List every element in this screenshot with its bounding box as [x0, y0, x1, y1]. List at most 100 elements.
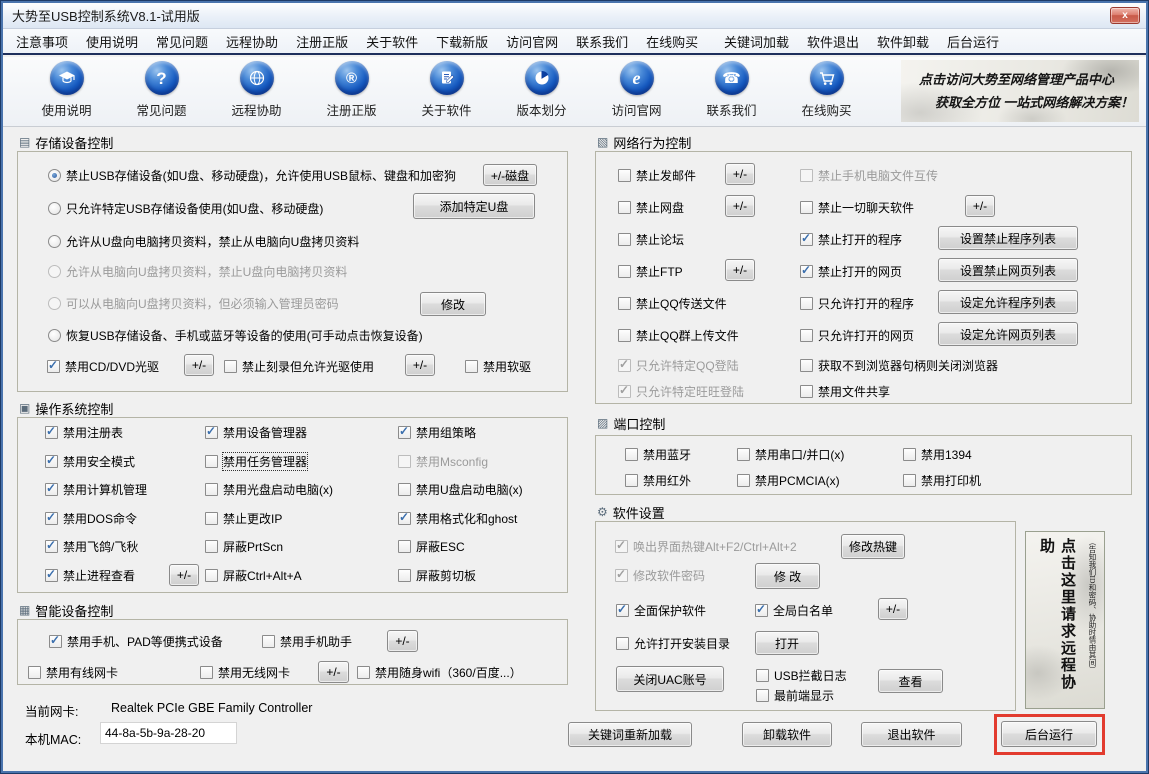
checkbox-item[interactable]: 禁用Msconfig: [398, 453, 488, 469]
menu-item[interactable]: 访问官网: [497, 32, 567, 51]
plus-minus-button[interactable]: +/-: [405, 354, 435, 376]
checkbox-item[interactable]: 禁用PCMCIA(x): [737, 472, 840, 488]
toolbar-item-versions[interactable]: 版本划分: [494, 61, 589, 119]
menu-item[interactable]: 在线购买: [637, 32, 707, 51]
run-background-button[interactable]: 后台运行: [1001, 721, 1097, 747]
modify-admin-password-button[interactable]: 修改: [420, 292, 486, 316]
checkbox-item[interactable]: 禁止进程查看: [45, 567, 135, 583]
modify-hotkey-button[interactable]: 修改热键: [841, 534, 905, 559]
radio-item[interactable]: 允许从电脑向U盘拷贝资料，禁止U盘向电脑拷贝资料: [48, 263, 347, 279]
checkbox-item[interactable]: 禁用红外: [625, 472, 691, 488]
checkbox-item[interactable]: 禁止打开的程序: [800, 231, 902, 247]
reload-keywords-button[interactable]: 关键词重新加载: [568, 722, 692, 747]
plus-minus-button[interactable]: +/-: [169, 564, 199, 586]
toolbar-item-register[interactable]: ®注册正版: [304, 61, 399, 119]
menu-item[interactable]: 注意事项: [7, 32, 77, 51]
checkbox-item[interactable]: 禁止QQ传送文件: [618, 295, 727, 311]
checkbox-item[interactable]: 禁用任务管理器: [205, 453, 307, 469]
checkbox-item[interactable]: 禁用随身wifi（360/百度...）: [357, 664, 522, 680]
checkbox-item[interactable]: 禁用DOS命令: [45, 510, 137, 526]
checkbox-item[interactable]: 禁用组策略: [398, 424, 476, 440]
open-install-dir-button[interactable]: 打开: [755, 631, 819, 655]
checkbox-item[interactable]: 禁用设备管理器: [205, 424, 307, 440]
checkbox-item[interactable]: 屏蔽ESC: [398, 538, 465, 554]
checkbox-item[interactable]: 禁用CD/DVD光驱: [47, 358, 159, 374]
plus-minus-button[interactable]: +/-: [725, 195, 755, 217]
toolbar-item-official-site[interactable]: e访问官网: [589, 61, 684, 119]
checkbox-item[interactable]: 禁用计算机管理: [45, 481, 147, 497]
toolbar-item-guide[interactable]: 使用说明: [19, 61, 114, 119]
toolbar-item-contact[interactable]: ☎联系我们: [684, 61, 779, 119]
disk-plus-minus-button[interactable]: +/-磁盘: [483, 164, 537, 186]
plus-minus-button[interactable]: +/-: [184, 354, 214, 376]
menu-item[interactable]: 注册正版: [287, 32, 357, 51]
set-allow-program-list-button[interactable]: 设定允许程序列表: [938, 290, 1078, 314]
checkbox-item[interactable]: 禁止QQ群上传文件: [618, 327, 739, 343]
radio-item[interactable]: 允许从U盘向电脑拷贝资料，禁止从电脑向U盘拷贝资料: [48, 233, 359, 249]
checkbox-item[interactable]: 全面保护软件: [616, 602, 706, 618]
checkbox-item[interactable]: 屏蔽Ctrl+Alt+A: [205, 567, 302, 583]
checkbox-item[interactable]: 禁用格式化和ghost: [398, 510, 517, 526]
checkbox-item[interactable]: 最前端显示: [756, 687, 834, 703]
checkbox-item[interactable]: 禁止一切聊天软件: [800, 199, 914, 215]
checkbox-item[interactable]: 禁用注册表: [45, 424, 123, 440]
promo-banner[interactable]: 点击访问大势至网络管理产品中心 获取全方位 一站式网络解决方案！: [901, 60, 1139, 122]
checkbox-item[interactable]: 禁用软驱: [465, 358, 531, 374]
menu-item[interactable]: 关于软件: [357, 32, 427, 51]
checkbox-item[interactable]: 屏蔽PrtScn: [205, 538, 283, 554]
checkbox-item[interactable]: 只允许特定QQ登陆: [618, 357, 739, 373]
checkbox-item[interactable]: 禁用手机助手: [262, 633, 352, 649]
menu-item[interactable]: 软件退出: [798, 32, 868, 51]
menu-item[interactable]: 软件卸载: [868, 32, 938, 51]
checkbox-item[interactable]: 唤出界面热键Alt+F2/Ctrl+Alt+2: [615, 538, 797, 554]
menu-item[interactable]: 下载新版: [427, 32, 497, 51]
menu-item[interactable]: 后台运行: [938, 32, 1008, 51]
radio-item[interactable]: 只允许特定USB存储设备使用(如U盘、移动硬盘): [48, 200, 323, 216]
checkbox-item[interactable]: 禁止FTP: [618, 263, 683, 279]
checkbox-item[interactable]: 禁用串口/并口(x): [737, 446, 844, 462]
checkbox-item[interactable]: 只允许打开的网页: [800, 327, 914, 343]
menu-item[interactable]: 使用说明: [77, 32, 147, 51]
remote-assist-banner[interactable]: （告知我们ID和密码、协助时情由其间） 点击这里请求远程协助: [1025, 531, 1105, 709]
plus-minus-button[interactable]: +/-: [965, 195, 995, 217]
view-log-button[interactable]: 查看: [878, 669, 943, 693]
checkbox-item[interactable]: 禁用U盘启动电脑(x): [398, 481, 523, 497]
checkbox-item[interactable]: 全局白名单: [755, 602, 833, 618]
checkbox-item[interactable]: 禁用蓝牙: [625, 446, 691, 462]
plus-minus-button[interactable]: +/-: [725, 259, 755, 281]
checkbox-item[interactable]: 禁止网盘: [618, 199, 684, 215]
set-allow-webpage-list-button[interactable]: 设定允许网页列表: [938, 322, 1078, 346]
toolbar-item-about[interactable]: 关于软件: [399, 61, 494, 119]
toolbar-item-remote-assist[interactable]: 远程协助: [209, 61, 304, 119]
checkbox-item[interactable]: 允许打开安装目录: [616, 635, 730, 651]
menu-item[interactable]: 常见问题: [147, 32, 217, 51]
plus-minus-button[interactable]: +/-: [725, 163, 755, 185]
checkbox-item[interactable]: 禁用文件共享: [800, 383, 890, 399]
toolbar-item-purchase[interactable]: 在线购买: [779, 61, 874, 119]
radio-item[interactable]: 禁止USB存储设备(如U盘、移动硬盘)，允许使用USB鼠标、键盘和加密狗: [48, 167, 456, 183]
plus-minus-button[interactable]: +/-: [878, 598, 908, 620]
checkbox-item[interactable]: 禁用安全模式: [45, 453, 135, 469]
checkbox-item[interactable]: 禁止发邮件: [618, 167, 696, 183]
menu-item[interactable]: 关键词加载: [715, 32, 798, 51]
radio-item[interactable]: 可以从电脑向U盘拷贝资料，但必须输入管理员密码: [48, 295, 339, 311]
modify-password-button[interactable]: 修 改: [755, 563, 820, 589]
close-uac-button[interactable]: 关闭UAC账号: [616, 666, 724, 692]
plus-minus-button[interactable]: +/-: [318, 661, 349, 683]
checkbox-item[interactable]: 只允许特定旺旺登陆: [618, 383, 744, 399]
toolbar-item-faq[interactable]: ?常见问题: [114, 61, 209, 119]
menu-item[interactable]: 远程协助: [217, 32, 287, 51]
set-block-webpage-list-button[interactable]: 设置禁止网页列表: [938, 258, 1078, 282]
exit-button[interactable]: 退出软件: [861, 722, 962, 747]
checkbox-item[interactable]: 修改软件密码: [615, 567, 705, 583]
checkbox-item[interactable]: 禁止手机电脑文件互传: [800, 167, 938, 183]
close-button[interactable]: x: [1110, 7, 1140, 24]
menu-item[interactable]: 联系我们: [567, 32, 637, 51]
checkbox-item[interactable]: 禁用打印机: [903, 472, 981, 488]
set-block-program-list-button[interactable]: 设置禁止程序列表: [938, 226, 1078, 250]
checkbox-item[interactable]: 只允许打开的程序: [800, 295, 914, 311]
radio-item[interactable]: 恢复USB存储设备、手机或蓝牙等设备的使用(可手动点击恢复设备): [48, 327, 423, 343]
checkbox-item[interactable]: 获取不到浏览器句柄则关闭浏览器: [800, 357, 998, 373]
checkbox-item[interactable]: 禁用无线网卡: [200, 664, 290, 680]
checkbox-item[interactable]: 禁用手机、PAD等便携式设备: [49, 633, 223, 649]
